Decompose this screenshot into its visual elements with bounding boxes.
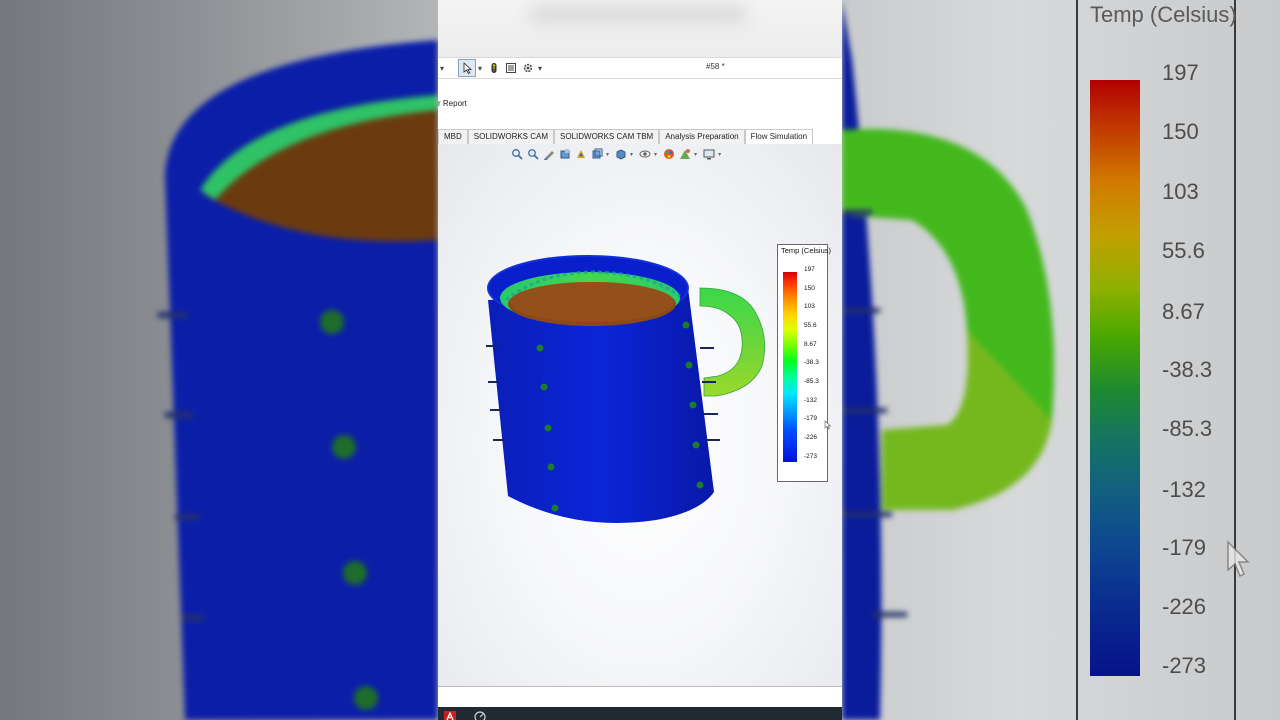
chevron-down-icon[interactable]: ▾: [694, 151, 697, 158]
tab-mbd[interactable]: MBD: [438, 129, 468, 144]
zoomed-cursor-icon: [1227, 540, 1250, 578]
legend-tick: 55.6: [804, 322, 817, 329]
chevron-down-icon[interactable]: ▾: [478, 64, 482, 73]
title-bar-blurred-area: [528, 4, 748, 24]
dynamic-annotation-icon[interactable]: [574, 148, 587, 160]
view-settings-icon[interactable]: [702, 148, 715, 160]
title-bar: [438, 0, 842, 57]
tab-flow-simulation[interactable]: Flow Simulation: [744, 129, 814, 144]
legend-color-bar: [783, 272, 797, 462]
zoomed-legend-color-bar: [1090, 80, 1140, 676]
report-button-label[interactable]: r Report: [438, 99, 467, 108]
background-left: [0, 0, 438, 720]
graphics-area[interactable]: ▾ ▾ ▾ ▾ ▾ Temp (Celsius) 197 150 103 55.…: [438, 144, 842, 686]
legend-title: Temp (Celsius): [781, 246, 832, 255]
legend-tick: -132: [804, 397, 818, 404]
legend-tick: -226: [804, 434, 818, 441]
zoomed-legend-tick: 197: [1162, 60, 1199, 85]
zoomed-temperature-legend: Temp (Celsius) 197 150 103 55.6 8.67 -38…: [1076, 0, 1237, 720]
heads-up-view-toolbar: ▾ ▾ ▾ ▾ ▾: [510, 147, 723, 161]
mug-3d-model[interactable]: [478, 244, 778, 544]
traffic-light-icon: [491, 63, 497, 73]
zoomed-legend-tick: -85.3: [1162, 416, 1213, 441]
legend-tick: -179: [804, 415, 818, 422]
zoomed-legend-tick: 55.6: [1162, 238, 1205, 263]
legend-tick: -85.3: [804, 378, 819, 385]
section-view-icon[interactable]: [558, 148, 571, 160]
legend-tick: 197: [804, 266, 815, 273]
tab-solidworks-cam[interactable]: SOLIDWORKS CAM: [467, 129, 555, 144]
chevron-down-icon[interactable]: ▾: [606, 151, 609, 158]
options-button[interactable]: [520, 59, 536, 77]
legend-tick: -273: [804, 453, 818, 460]
cursor-icon: [824, 420, 832, 430]
tab-analysis-preparation[interactable]: Analysis Preparation: [659, 129, 745, 144]
zoomed-legend-tick: -38.3: [1162, 357, 1213, 382]
chevron-down-icon[interactable]: ▾: [440, 64, 444, 73]
zoomed-legend-tick: 150: [1162, 119, 1199, 144]
chevron-down-icon[interactable]: ▾: [718, 151, 721, 158]
document-title: #58 *: [706, 62, 725, 71]
select-arrow-icon: [463, 62, 473, 74]
hide-show-icon[interactable]: [638, 148, 651, 160]
chevron-down-icon[interactable]: ▾: [654, 151, 657, 158]
app-a-icon[interactable]: [443, 710, 457, 720]
select-button[interactable]: [458, 59, 477, 77]
temperature-legend[interactable]: Temp (Celsius) 197 150 103 55.6 8.67 -38…: [777, 244, 832, 482]
command-manager-tabs: MBD SOLIDWORKS CAM SOLIDWORKS CAM TBM An…: [438, 129, 814, 144]
gear-icon: [523, 63, 533, 73]
zoomed-legend-tick: -273: [1162, 653, 1207, 678]
zoomed-legend-tick: -226: [1162, 594, 1207, 619]
quick-access-toolbar: ▾ ▾ ▾: [438, 57, 842, 79]
zoom-to-area-icon[interactable]: [526, 148, 539, 160]
chevron-down-icon[interactable]: ▾: [630, 151, 633, 158]
zoomed-legend-title: Temp (Celsius): [1090, 2, 1237, 27]
zoomed-mug-left: [158, 40, 438, 720]
zoomed-legend-tick: -179: [1162, 535, 1207, 560]
chevron-down-icon[interactable]: ▾: [538, 64, 542, 73]
tab-solidworks-cam-tbm[interactable]: SOLIDWORKS CAM TBM: [554, 129, 660, 144]
status-bar: [438, 687, 842, 707]
apply-scene-icon[interactable]: [678, 148, 691, 160]
view-orientation-icon[interactable]: [590, 148, 603, 160]
legend-tick: 8.67: [804, 341, 817, 348]
display-style-icon[interactable]: [614, 148, 627, 160]
taskbar: [438, 707, 842, 720]
file-properties-button[interactable]: [502, 59, 520, 77]
ribbon-area: [438, 79, 842, 131]
zoomed-legend-tick: 8.67: [1162, 299, 1205, 324]
legend-tick: -38.3: [804, 359, 819, 366]
file-properties-icon: [506, 63, 517, 73]
zoomed-legend-tick: 103: [1162, 179, 1199, 204]
rebuild-button[interactable]: [486, 59, 502, 77]
legend-tick: 150: [804, 285, 815, 292]
previous-view-icon[interactable]: [542, 148, 555, 160]
legend-tick: 103: [804, 303, 815, 310]
zoomed-legend-tick: -132: [1162, 477, 1207, 502]
speedometer-icon[interactable]: [473, 710, 487, 720]
zoom-to-fit-icon[interactable]: [510, 148, 523, 160]
edit-appearance-icon[interactable]: [662, 148, 675, 160]
solidworks-window: ▾ ▾ ▾ #58 * r Report MBD SOLIDWORKS CAM …: [438, 0, 842, 720]
